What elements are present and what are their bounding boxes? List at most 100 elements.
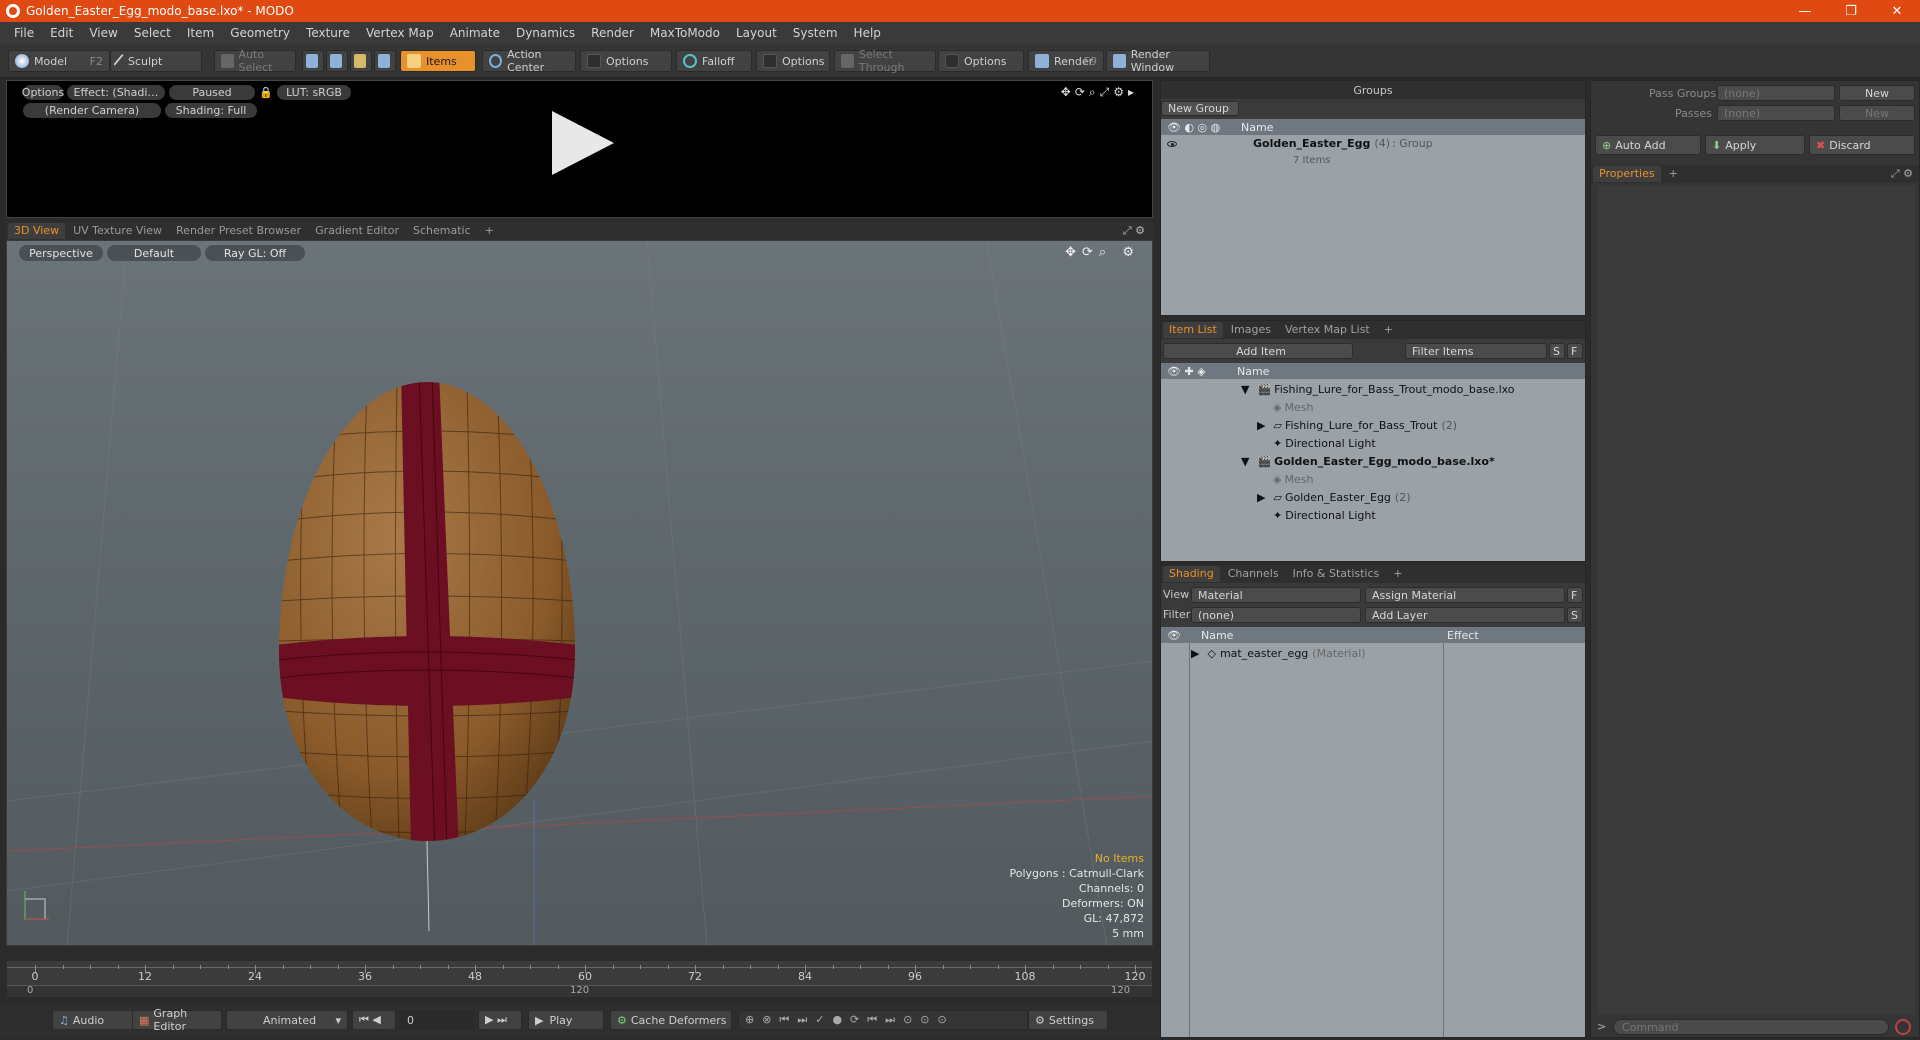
falloff-options-button[interactable]: Options	[756, 50, 830, 72]
menu-system[interactable]: System	[785, 26, 846, 40]
falloff-button[interactable]: Falloff	[676, 50, 752, 72]
select-through-button[interactable]: Select Through	[834, 48, 936, 74]
add-properties-tab-button[interactable]: +	[1663, 166, 1684, 182]
frame-input[interactable]: 0	[400, 1010, 474, 1030]
auto-add-button[interactable]: ⊕ Auto Add	[1595, 135, 1701, 155]
light-row-fishing[interactable]: ✦ Directional Light	[1161, 434, 1585, 452]
scene-row-fishing[interactable]: ▼ 🎬 Fishing_Lure_for_Bass_Trout_modo_base.…	[1161, 380, 1585, 398]
menu-texture[interactable]: Texture	[298, 26, 358, 40]
tab-schematic[interactable]: Schematic	[407, 223, 477, 239]
filter-f-button[interactable]: F	[1567, 343, 1583, 359]
mesh-row-egg[interactable]: ◈ Mesh	[1161, 470, 1585, 488]
assign-material-button[interactable]: Assign Material	[1365, 587, 1565, 603]
play-button[interactable]: ▶ Play	[528, 1010, 604, 1030]
preview-options-button[interactable]: Options	[22, 85, 64, 100]
add-item-dropdown[interactable]: Add Item	[1163, 343, 1353, 359]
properties-settings-icon[interactable]: ⤢ ⚙	[1891, 167, 1913, 181]
menu-edit[interactable]: Edit	[42, 26, 81, 40]
preview-paused-button[interactable]: Paused	[169, 85, 255, 100]
menu-select[interactable]: Select	[126, 26, 179, 40]
item-tree[interactable]: 👁 ✚ ◈ Name ▼ 🎬 Fishing_Lure_for_Bass_Trout…	[1161, 363, 1585, 561]
tab-shading[interactable]: Shading	[1163, 566, 1220, 582]
menu-view[interactable]: View	[81, 26, 125, 40]
cache-deformers-button[interactable]: ⚙ Cache Deformers	[610, 1010, 732, 1030]
menu-vertex-map[interactable]: Vertex Map	[358, 26, 442, 40]
close-button[interactable]: ✕	[1874, 0, 1920, 22]
menu-dynamics[interactable]: Dynamics	[508, 26, 583, 40]
items-mode-button[interactable]: Items	[400, 50, 476, 72]
render-button[interactable]: Render F9	[1028, 50, 1104, 72]
vertices-mode-button[interactable]	[302, 50, 324, 72]
timeline[interactable]: 0 12 24 36 48 60 72 84 96 108 120 0 120 120	[6, 960, 1153, 998]
raygl-dropdown[interactable]: Ray GL: Off	[205, 245, 305, 261]
action-center-button[interactable]: Action Center	[482, 48, 576, 74]
filter-items-input[interactable]: Filter Items	[1405, 343, 1547, 359]
materials-mode-button[interactable]	[374, 50, 396, 72]
eye-icon[interactable]	[1161, 137, 1253, 150]
new-pass-group-button[interactable]: New	[1839, 85, 1915, 101]
menu-animate[interactable]: Animate	[442, 26, 508, 40]
tab-images[interactable]: Images	[1225, 322, 1277, 338]
graph-editor-button[interactable]: ▦ Graph Editor	[132, 1007, 222, 1033]
viewport-settings-icon[interactable]: ⤢ ⚙	[1123, 224, 1145, 238]
expand-icon[interactable]: ▶	[1257, 491, 1265, 504]
view-dropdown[interactable]: Material	[1191, 587, 1361, 603]
go-end-button[interactable]: ▶ ⏭	[478, 1010, 522, 1030]
menu-layout[interactable]: Layout	[728, 26, 785, 40]
menu-geometry[interactable]: Geometry	[222, 26, 298, 40]
camera-dropdown[interactable]: (Render Camera)	[23, 103, 161, 118]
new-group-button[interactable]: New Group	[1161, 101, 1239, 116]
restore-button[interactable]: ❐	[1828, 0, 1874, 22]
preview-view-controls[interactable]: ✥⟳⌕⤢⚙▸	[1061, 85, 1138, 100]
light-row-egg[interactable]: ✦ Directional Light	[1161, 506, 1585, 524]
menu-help[interactable]: Help	[846, 26, 889, 40]
expand-icon[interactable]: ▶	[1257, 419, 1265, 432]
add-tab-button[interactable]: +	[479, 223, 500, 239]
go-start-button[interactable]: ⏮ ◀	[352, 1010, 396, 1030]
3d-viewport[interactable]: Perspective Default Ray GL: Off ✥⟳⌕ ⚙ No…	[6, 240, 1153, 946]
audio-button[interactable]: ♫ Audio	[52, 1010, 134, 1030]
animated-dropdown[interactable]: Animated ▾	[226, 1010, 348, 1030]
edges-mode-button[interactable]	[326, 50, 348, 72]
viewport-nav-controls[interactable]: ✥⟳⌕ ⚙	[1065, 245, 1140, 260]
tab-channels[interactable]: Channels	[1222, 566, 1285, 582]
mesh-row-fishing[interactable]: ◈ Mesh	[1161, 398, 1585, 416]
model-mode-button[interactable]: Model F2	[8, 50, 110, 72]
render-window-button[interactable]: Render Window	[1106, 48, 1210, 74]
sculpt-mode-button[interactable]: Sculpt	[110, 50, 202, 72]
material-row[interactable]: ▶ ◇ mat_easter_egg (Material)	[1161, 644, 1585, 662]
auto-select-button[interactable]: Auto Select	[214, 48, 296, 74]
shading-dropdown[interactable]: Shading: Full	[165, 103, 257, 118]
add-panel-tab-button[interactable]: +	[1387, 566, 1408, 582]
pass-groups-dropdown[interactable]: (none)	[1717, 85, 1835, 101]
shading-s-button[interactable]: S	[1567, 607, 1583, 623]
tab-uv-texture-view[interactable]: UV Texture View	[67, 223, 168, 239]
tab-properties[interactable]: Properties	[1593, 166, 1661, 182]
tab-3d-view[interactable]: 3D View	[8, 223, 66, 239]
add-panel-tab-button[interactable]: +	[1378, 322, 1399, 338]
command-history-icon[interactable]	[1895, 1019, 1911, 1035]
tab-gradient-editor[interactable]: Gradient Editor	[309, 223, 405, 239]
shading-style-dropdown[interactable]: Default	[107, 245, 201, 261]
shading-f-button[interactable]: F	[1567, 587, 1583, 603]
command-input[interactable]	[1613, 1019, 1889, 1035]
discard-button[interactable]: ✖ Discard	[1809, 135, 1915, 155]
lut-dropdown[interactable]: LUT: sRGB	[277, 85, 351, 100]
settings-button[interactable]: ⚙ Settings	[1028, 1010, 1108, 1030]
passes-dropdown[interactable]: (none)	[1717, 105, 1835, 121]
tab-info-statistics[interactable]: Info & Statistics	[1287, 566, 1386, 582]
menu-render[interactable]: Render	[583, 26, 642, 40]
key-controls[interactable]: ⊕⊗⏮⏭✓●⟳⏮⏭⊙⊙⊙	[738, 1010, 1028, 1030]
menu-item[interactable]: Item	[179, 26, 222, 40]
groups-list[interactable]: 👁 ◐ ◎ ◍ Name Golden_Easter_Egg (4) : Gro…	[1161, 119, 1585, 315]
select-through-options-button[interactable]: Options	[938, 50, 1024, 72]
perspective-dropdown[interactable]: Perspective	[19, 245, 103, 261]
polygons-mode-button[interactable]	[350, 50, 372, 72]
preview-effect-dropdown[interactable]: Effect: (Shadi…	[67, 85, 165, 100]
play-render-icon[interactable]	[552, 111, 614, 175]
menu-file[interactable]: File	[6, 26, 42, 40]
tab-render-preset-browser[interactable]: Render Preset Browser	[170, 223, 307, 239]
scene-row-egg[interactable]: ▼ 🎬 Golden_Easter_Egg_modo_base.lxo*	[1161, 452, 1585, 470]
expand-icon[interactable]: ▼	[1241, 383, 1249, 396]
add-layer-dropdown[interactable]: Add Layer	[1365, 607, 1565, 623]
